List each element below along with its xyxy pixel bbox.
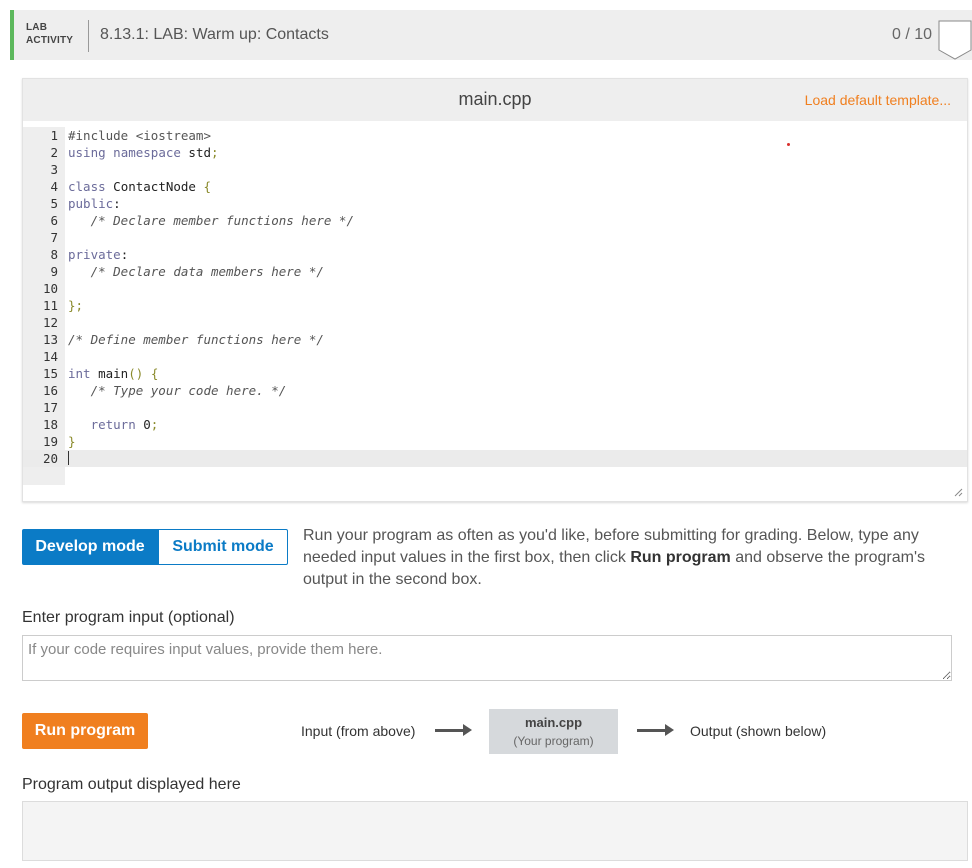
code-line[interactable]: 11}; [23, 297, 967, 314]
arrow-right-icon [435, 724, 472, 736]
score-badge-icon [938, 20, 972, 60]
code-line[interactable]: 7 [23, 229, 967, 246]
code-line[interactable]: 15 int main() { [23, 365, 967, 382]
code-text: return 0; [90, 417, 159, 432]
arrow-right-icon [637, 724, 674, 736]
lab-tag-line1: LAB [26, 22, 48, 33]
code-line[interactable]: 12 [23, 314, 967, 331]
code-text: #include <iostream> [68, 128, 211, 143]
input-flow-label: Input (from above) [301, 723, 416, 739]
code-text: } [68, 434, 76, 449]
program-input-field[interactable] [22, 635, 952, 681]
code-line[interactable]: 10 [23, 280, 967, 297]
code-text: private: [68, 247, 129, 262]
lab-header: LAB ACTIVITY 8.13.1: LAB: Warm up: Conta… [10, 10, 972, 60]
line-number: 20 [42, 451, 58, 466]
line-number: 1 [50, 128, 58, 143]
mode-description: Run your program as often as you'd like,… [303, 525, 967, 591]
code-line[interactable]: 17 [23, 399, 967, 416]
code-line[interactable]: 16 /* Type your code here. */ [23, 382, 967, 399]
error-marker-dot [787, 143, 790, 146]
submit-mode-button[interactable]: Submit mode [158, 529, 288, 565]
develop-mode-button[interactable]: Develop mode [22, 529, 158, 565]
lab-score: 0 / 10 [891, 26, 932, 43]
code-text: /* Define member functions here */ [68, 332, 324, 347]
input-label: Enter program input (optional) [22, 609, 235, 626]
line-number: 5 [50, 196, 58, 211]
code-line[interactable]: 2 using namespace std; [23, 144, 967, 161]
line-number: 16 [42, 383, 58, 398]
line-number: 2 [50, 145, 58, 160]
code-line[interactable]: 19} [23, 433, 967, 450]
code-text: class ContactNode { [68, 179, 212, 194]
code-area[interactable]: 1 #include <iostream> 2 using namespace std… [23, 127, 967, 487]
code-text: using namespace std; [68, 145, 219, 160]
program-subtitle: (Your program) [513, 734, 594, 748]
code-editor: main.cpp Load default template... 1 #incl… [22, 78, 968, 502]
mode-toggle: Develop mode Submit mode [22, 529, 288, 565]
code-line[interactable]: 20 [23, 450, 967, 467]
code-text: public: [68, 196, 121, 211]
line-number: 17 [42, 400, 58, 415]
line-number: 10 [42, 281, 58, 296]
line-number: 14 [42, 349, 58, 364]
code-line[interactable]: 4 class ContactNode { [23, 178, 967, 195]
line-number: 15 [42, 366, 58, 381]
editor-header: main.cpp Load default template... [23, 79, 967, 121]
code-text: /* Type your code here. */ [90, 383, 287, 398]
code-text [68, 450, 69, 467]
line-number: 6 [50, 213, 58, 228]
code-line[interactable]: 5 public: [23, 195, 967, 212]
resize-handle-icon[interactable] [953, 487, 963, 497]
code-line[interactable]: 1 #include <iostream> [23, 127, 967, 144]
lab-title: 8.13.1: LAB: Warm up: Contacts [100, 26, 329, 43]
line-number: 19 [42, 434, 58, 449]
code-text: /* Declare data members here */ [90, 264, 324, 279]
code-line[interactable]: 18 return 0; [23, 416, 967, 433]
run-program-button[interactable]: Run program [22, 713, 148, 749]
code-line[interactable]: 3 [23, 161, 967, 178]
output-flow-label: Output (shown below) [690, 723, 827, 739]
code-line[interactable]: 8 private: [23, 246, 967, 263]
lab-tag-line2: ACTIVITY [26, 35, 74, 46]
lab-activity-tag: LAB ACTIVITY [26, 21, 73, 47]
line-number: 13 [42, 332, 58, 347]
mode-desc-bold: Run program [630, 549, 731, 566]
line-number: 4 [50, 179, 58, 194]
code-line[interactable]: 6 /* Declare member functions here */ [23, 212, 967, 229]
header-divider [88, 20, 89, 52]
line-number: 11 [42, 298, 58, 313]
program-output-box [22, 801, 968, 861]
line-number: 7 [50, 230, 58, 245]
code-line[interactable]: 9 /* Declare data members here */ [23, 263, 967, 280]
code-line[interactable]: 14 [23, 348, 967, 365]
line-number: 8 [50, 247, 58, 262]
text-cursor [68, 451, 69, 465]
code-line[interactable]: 13 /* Define member functions here */ [23, 331, 967, 348]
program-box: main.cpp (Your program) [489, 709, 618, 754]
load-default-template-link[interactable]: Load default template... [805, 92, 951, 108]
code-text: /* Declare member functions here */ [90, 213, 354, 228]
program-name: main.cpp [524, 715, 583, 730]
code-text: }; [68, 298, 84, 313]
line-number: 12 [42, 315, 58, 330]
line-number: 9 [50, 264, 58, 279]
output-label: Program output displayed here [22, 776, 241, 793]
line-number: 3 [50, 162, 58, 177]
line-number: 18 [42, 417, 58, 432]
code-text: int main() { [68, 366, 159, 381]
